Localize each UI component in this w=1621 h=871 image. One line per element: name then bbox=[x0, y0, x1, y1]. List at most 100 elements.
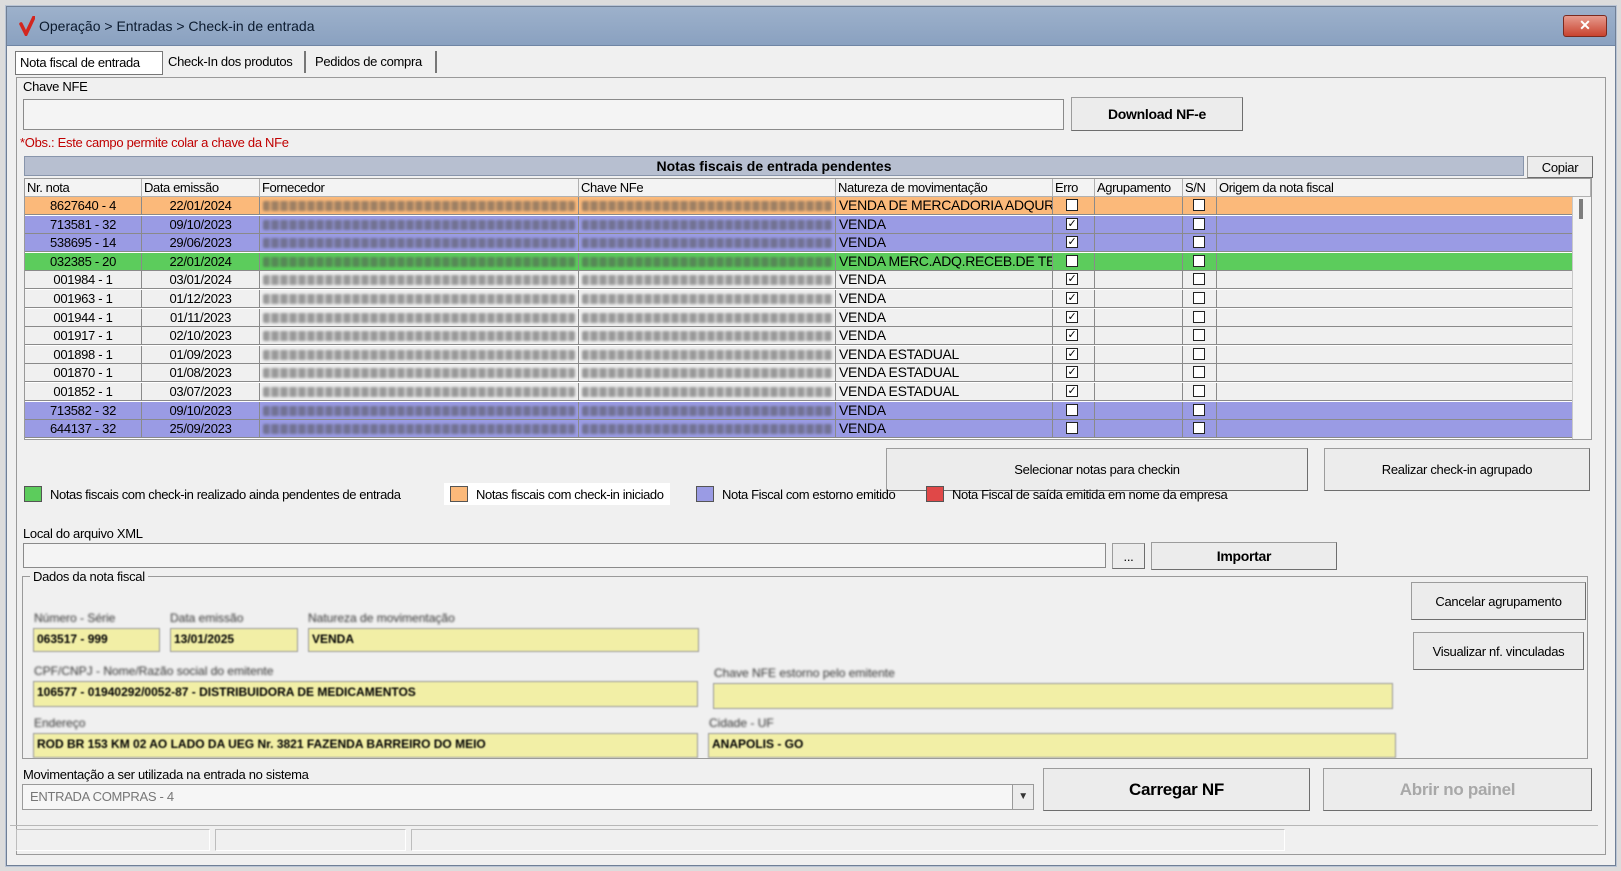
sn-checkbox[interactable] bbox=[1193, 310, 1205, 323]
cell-natureza: VENDA bbox=[836, 271, 1053, 290]
grid-title: Notas fiscais de entrada pendentes bbox=[24, 156, 1524, 176]
cell-erro bbox=[1053, 420, 1095, 439]
table-row[interactable]: 001917 - 1 02/10/2023 VENDA ✓ bbox=[25, 327, 1573, 346]
col-chave-nfe[interactable]: Chave NFe bbox=[579, 179, 836, 197]
redacted-text bbox=[582, 368, 832, 379]
cell-data-emissao: 09/10/2023 bbox=[142, 401, 260, 420]
table-row[interactable]: 644137 - 32 25/09/2023 VENDA bbox=[25, 420, 1573, 439]
cell-sn bbox=[1183, 383, 1217, 401]
data-emissao-field: 13/01/2025 bbox=[170, 628, 298, 652]
redacted-text bbox=[582, 238, 832, 249]
erro-checkbox[interactable] bbox=[1066, 254, 1078, 267]
table-row[interactable]: 001963 - 1 01/12/2023 VENDA ✓ bbox=[25, 290, 1573, 308]
col-nr-nota[interactable]: Nr. nota bbox=[25, 179, 142, 197]
table-row[interactable]: 001870 - 1 01/08/2023 VENDA ESTADUAL ✓ bbox=[25, 364, 1573, 383]
cell-natureza: VENDA DE MERCADORIA ADQURI bbox=[836, 197, 1053, 215]
table-row[interactable]: 713582 - 32 09/10/2023 VENDA bbox=[25, 401, 1573, 420]
cell-data-emissao: 01/08/2023 bbox=[142, 364, 260, 383]
col-sn[interactable]: S/N bbox=[1183, 179, 1217, 197]
sn-checkbox[interactable] bbox=[1193, 217, 1205, 230]
tab-check-in-produtos[interactable]: Check-In dos produtos bbox=[164, 51, 306, 73]
sn-checkbox[interactable] bbox=[1193, 422, 1205, 435]
erro-checkbox[interactable]: ✓ bbox=[1066, 236, 1078, 249]
pending-notes-grid: Nr. nota Data emissão Fornecedor Chave N… bbox=[24, 178, 1592, 440]
cell-data-emissao: 02/10/2023 bbox=[142, 327, 260, 346]
cell-natureza: VENDA bbox=[836, 420, 1053, 439]
cell-origem bbox=[1217, 420, 1573, 439]
erro-checkbox[interactable]: ✓ bbox=[1066, 329, 1078, 342]
sn-checkbox[interactable] bbox=[1193, 347, 1205, 360]
emitente-field: 106577 - 01940292/0052-87 - DISTRIBUIDOR… bbox=[33, 681, 698, 707]
table-row[interactable]: 001944 - 1 01/11/2023 VENDA ✓ bbox=[25, 308, 1573, 327]
erro-checkbox[interactable] bbox=[1066, 403, 1078, 416]
redacted-text bbox=[263, 349, 575, 360]
emitente-label: CPF/CNPJ - Nome/Razão social do emitente bbox=[34, 664, 274, 678]
chevron-down-icon[interactable]: ▼ bbox=[1012, 785, 1033, 809]
browse-button[interactable]: ... bbox=[1112, 543, 1145, 569]
copy-button[interactable]: Copiar bbox=[1527, 156, 1593, 178]
cell-data-emissao: 22/01/2024 bbox=[142, 197, 260, 215]
redacted-text bbox=[263, 331, 575, 342]
cancel-group-button[interactable]: Cancelar agrupamento bbox=[1411, 582, 1586, 620]
tab-nota-fiscal-entrada[interactable]: Nota fiscal de entrada bbox=[15, 51, 163, 75]
grouped-checkin-button[interactable]: Realizar check-in agrupado bbox=[1324, 448, 1590, 491]
table-row[interactable]: 032385 - 20 22/01/2024 VENDA MERC.ADQ.RECE… bbox=[25, 252, 1573, 271]
close-button[interactable]: ✕ bbox=[1563, 15, 1607, 37]
col-natureza[interactable]: Natureza de movimentação bbox=[836, 179, 1053, 197]
cell-chave-nfe bbox=[579, 345, 836, 364]
import-button[interactable]: Importar bbox=[1151, 542, 1337, 570]
erro-checkbox[interactable]: ✓ bbox=[1066, 366, 1078, 379]
col-agrupamento[interactable]: Agrupamento bbox=[1095, 179, 1183, 197]
grid-scrollbar[interactable] bbox=[1572, 197, 1591, 439]
cell-agrupamento bbox=[1095, 401, 1183, 420]
carregar-nf-button[interactable]: Carregar NF bbox=[1043, 768, 1310, 811]
table-row[interactable]: 8627640 - 4 22/01/2024 VENDA DE MERCADORIA… bbox=[25, 197, 1573, 215]
erro-checkbox[interactable] bbox=[1066, 422, 1078, 435]
tab-pedidos-compra[interactable]: Pedidos de compra bbox=[311, 51, 437, 73]
cell-natureza: VENDA bbox=[836, 234, 1053, 253]
table-row[interactable]: 713581 - 32 09/10/2023 VENDA ✓ bbox=[25, 215, 1573, 234]
col-data-emissao[interactable]: Data emissão bbox=[142, 179, 260, 197]
cell-nr-nota: 713582 - 32 bbox=[25, 401, 142, 420]
cell-erro: ✓ bbox=[1053, 345, 1095, 364]
col-erro[interactable]: Erro bbox=[1053, 179, 1095, 197]
cell-nr-nota: 713581 - 32 bbox=[25, 215, 142, 234]
sn-checkbox[interactable] bbox=[1193, 254, 1205, 267]
sn-checkbox[interactable] bbox=[1193, 366, 1205, 379]
cell-nr-nota: 001944 - 1 bbox=[25, 308, 142, 327]
cell-fornecedor bbox=[260, 420, 579, 439]
col-origem[interactable]: Origem da nota fiscal bbox=[1217, 179, 1591, 197]
erro-checkbox[interactable]: ✓ bbox=[1066, 292, 1078, 304]
erro-checkbox[interactable]: ✓ bbox=[1066, 217, 1078, 230]
scrollbar-thumb[interactable] bbox=[1579, 199, 1583, 219]
chave-nfe-input[interactable] bbox=[23, 99, 1064, 130]
sn-checkbox[interactable] bbox=[1193, 385, 1205, 397]
table-row[interactable]: 001852 - 1 03/07/2023 VENDA ESTADUAL ✓ bbox=[25, 383, 1573, 401]
erro-checkbox[interactable] bbox=[1066, 199, 1078, 211]
sn-checkbox[interactable] bbox=[1193, 273, 1205, 286]
table-row[interactable]: 001984 - 1 03/01/2024 VENDA ✓ bbox=[25, 271, 1573, 290]
cell-fornecedor bbox=[260, 364, 579, 383]
table-row[interactable]: 538695 - 14 29/06/2023 VENDA ✓ bbox=[25, 234, 1573, 253]
sn-checkbox[interactable] bbox=[1193, 236, 1205, 249]
download-nfe-button[interactable]: Download NF-e bbox=[1071, 97, 1243, 131]
cell-erro bbox=[1053, 401, 1095, 420]
movimentacao-select[interactable]: ENTRADA COMPRAS - 4 ▼ bbox=[22, 784, 1034, 810]
cell-natureza: VENDA ESTADUAL bbox=[836, 364, 1053, 383]
cell-natureza: VENDA ESTADUAL bbox=[836, 383, 1053, 401]
erro-checkbox[interactable]: ✓ bbox=[1066, 347, 1078, 360]
view-linked-button[interactable]: Visualizar nf. vinculadas bbox=[1413, 632, 1584, 670]
sn-checkbox[interactable] bbox=[1193, 199, 1205, 211]
cell-agrupamento bbox=[1095, 383, 1183, 401]
xml-path-input[interactable] bbox=[23, 543, 1106, 568]
col-fornecedor[interactable]: Fornecedor bbox=[260, 179, 579, 197]
erro-checkbox[interactable]: ✓ bbox=[1066, 385, 1078, 397]
erro-checkbox[interactable]: ✓ bbox=[1066, 310, 1078, 323]
cell-data-emissao: 09/10/2023 bbox=[142, 215, 260, 234]
erro-checkbox[interactable]: ✓ bbox=[1066, 273, 1078, 286]
sn-checkbox[interactable] bbox=[1193, 292, 1205, 304]
numero-serie-field: 063517 - 999 bbox=[33, 628, 160, 652]
sn-checkbox[interactable] bbox=[1193, 403, 1205, 416]
table-row[interactable]: 001898 - 1 01/09/2023 VENDA ESTADUAL ✓ bbox=[25, 345, 1573, 364]
sn-checkbox[interactable] bbox=[1193, 329, 1205, 342]
